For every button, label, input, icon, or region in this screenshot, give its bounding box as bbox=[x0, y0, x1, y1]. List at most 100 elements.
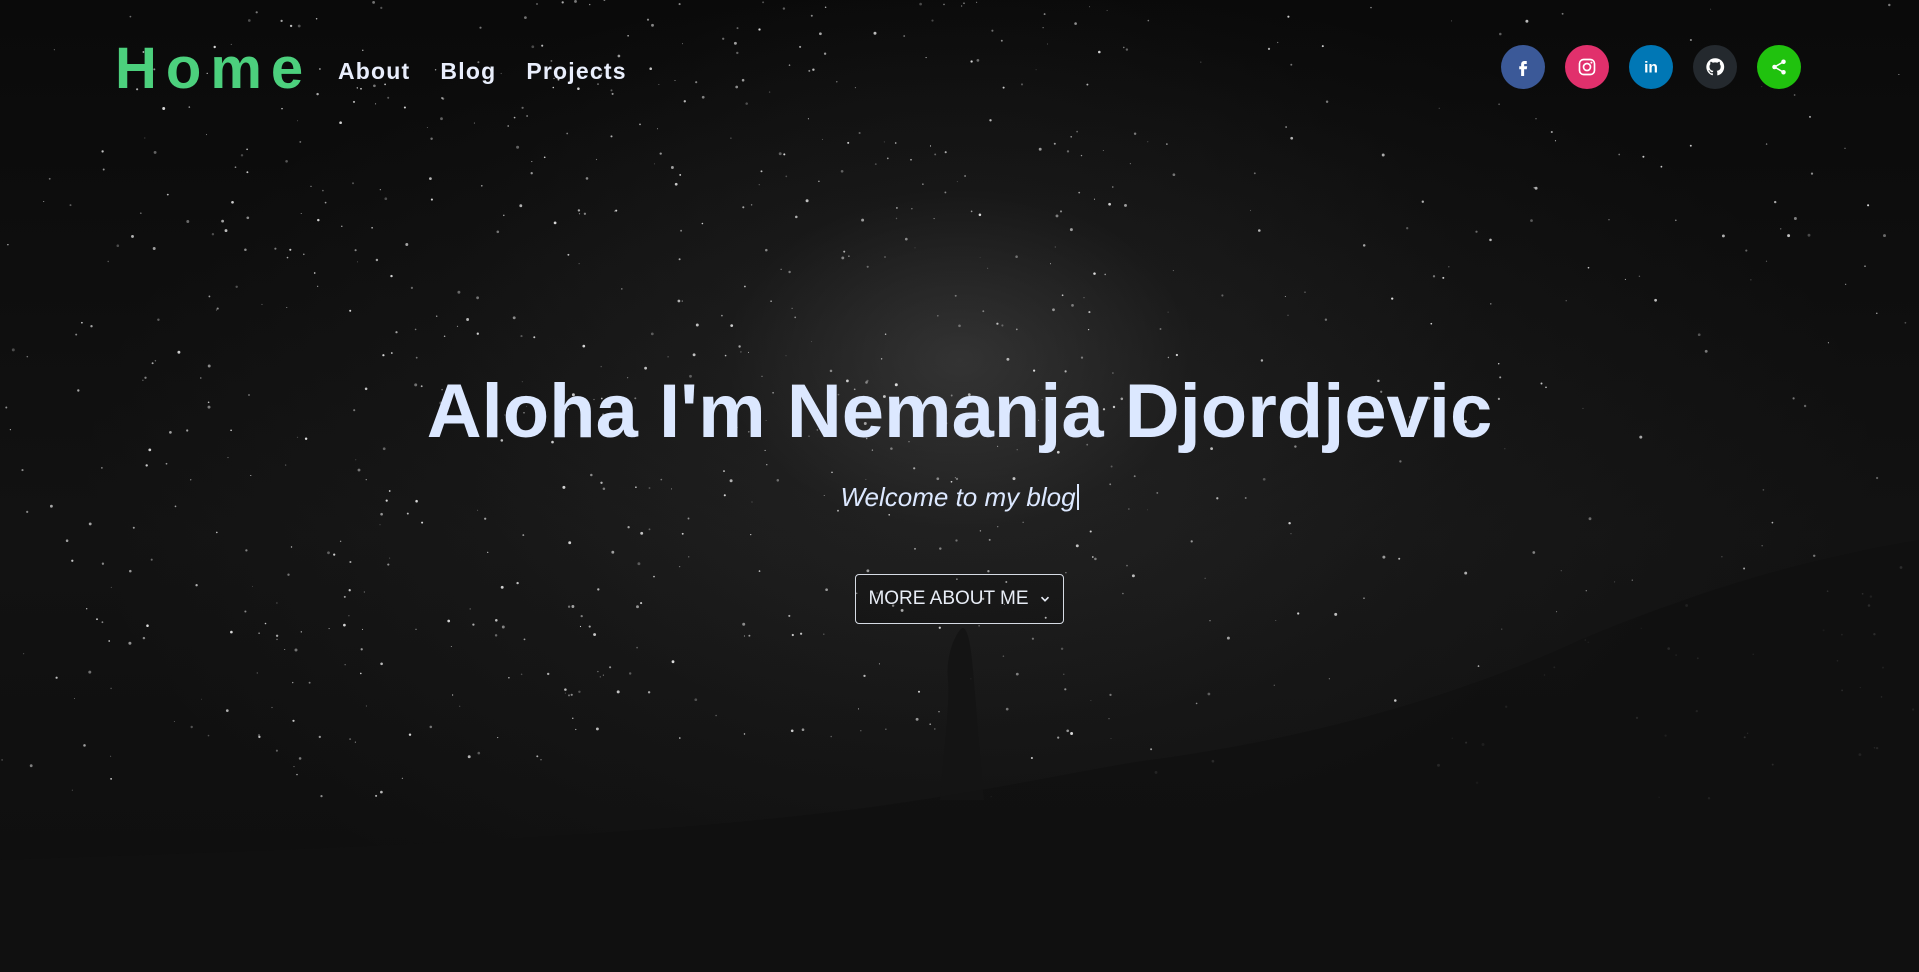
hero-title: Aloha I'm Nemanja Djordjevic bbox=[426, 369, 1493, 454]
star bbox=[602, 674, 604, 676]
star bbox=[1618, 153, 1621, 156]
star bbox=[69, 204, 72, 207]
star bbox=[1827, 342, 1829, 344]
star bbox=[81, 321, 83, 324]
star bbox=[494, 634, 498, 637]
nav-link-blog[interactable]: Blog bbox=[440, 60, 496, 83]
star bbox=[738, 345, 741, 348]
star bbox=[958, 324, 961, 328]
star bbox=[48, 177, 51, 180]
star bbox=[1080, 356, 1084, 359]
star bbox=[750, 533, 752, 536]
star bbox=[1761, 545, 1763, 547]
star bbox=[516, 581, 519, 585]
star bbox=[531, 161, 533, 163]
star bbox=[1005, 707, 1009, 711]
star bbox=[1505, 705, 1508, 708]
star bbox=[1793, 217, 1797, 220]
star bbox=[1362, 244, 1366, 247]
star bbox=[648, 528, 651, 531]
star bbox=[150, 558, 153, 561]
star bbox=[459, 705, 461, 707]
star bbox=[264, 622, 267, 625]
star bbox=[208, 295, 211, 298]
star bbox=[292, 681, 294, 684]
star bbox=[154, 360, 157, 362]
star bbox=[451, 694, 454, 696]
star bbox=[886, 157, 889, 160]
star bbox=[29, 764, 33, 768]
star bbox=[1685, 604, 1688, 607]
star bbox=[616, 690, 620, 694]
star bbox=[75, 333, 78, 336]
star bbox=[1695, 709, 1698, 713]
star bbox=[1093, 198, 1096, 200]
star bbox=[1752, 653, 1754, 655]
star bbox=[1066, 150, 1070, 153]
star bbox=[564, 692, 566, 694]
star bbox=[564, 688, 567, 691]
nav-link-about[interactable]: About bbox=[338, 60, 410, 83]
star bbox=[1448, 266, 1450, 268]
star bbox=[333, 553, 336, 556]
star bbox=[1071, 304, 1074, 307]
brand-home-link[interactable]: Home bbox=[115, 40, 312, 98]
star bbox=[256, 672, 258, 674]
facebook-button[interactable] bbox=[1501, 45, 1545, 89]
star bbox=[1437, 763, 1440, 767]
star bbox=[785, 175, 788, 178]
star bbox=[23, 653, 25, 655]
star bbox=[235, 285, 238, 289]
star bbox=[1771, 763, 1774, 766]
star bbox=[583, 212, 587, 215]
star bbox=[173, 720, 175, 723]
share-button[interactable] bbox=[1757, 45, 1801, 89]
star bbox=[1664, 734, 1667, 737]
star bbox=[1124, 203, 1127, 207]
star bbox=[289, 248, 292, 251]
star bbox=[302, 253, 305, 256]
star bbox=[131, 234, 134, 238]
star bbox=[1006, 357, 1010, 361]
star bbox=[1774, 200, 1777, 204]
star bbox=[476, 296, 480, 300]
star bbox=[354, 741, 356, 743]
instagram-icon bbox=[1578, 58, 1596, 76]
star bbox=[695, 323, 699, 327]
more-about-me-button[interactable]: MORE ABOUT ME bbox=[855, 574, 1064, 624]
star bbox=[1475, 230, 1478, 233]
star bbox=[1273, 684, 1275, 686]
star bbox=[317, 285, 319, 287]
star bbox=[1587, 266, 1590, 269]
star bbox=[349, 560, 352, 564]
star bbox=[730, 324, 734, 327]
star bbox=[1154, 770, 1158, 774]
chevron-down-icon bbox=[1040, 596, 1049, 602]
star bbox=[1147, 141, 1149, 143]
star bbox=[429, 725, 433, 729]
nav-link-projects[interactable]: Projects bbox=[526, 60, 626, 83]
star bbox=[1284, 296, 1286, 297]
star bbox=[257, 734, 261, 737]
star bbox=[1061, 294, 1064, 297]
star bbox=[1221, 294, 1224, 297]
github-button[interactable] bbox=[1693, 45, 1737, 89]
star bbox=[1159, 328, 1162, 330]
linkedin-button[interactable]: in bbox=[1629, 45, 1673, 89]
star bbox=[380, 512, 383, 516]
star bbox=[1477, 665, 1480, 667]
svg-text:in: in bbox=[1644, 60, 1658, 77]
star bbox=[1841, 689, 1843, 692]
star bbox=[261, 303, 263, 305]
star bbox=[748, 634, 751, 637]
star bbox=[1743, 736, 1746, 739]
star bbox=[575, 728, 577, 731]
star bbox=[788, 614, 791, 617]
star bbox=[1654, 298, 1657, 302]
star bbox=[588, 625, 591, 628]
star bbox=[240, 154, 244, 157]
star bbox=[472, 623, 475, 626]
star bbox=[139, 212, 142, 215]
star bbox=[344, 664, 346, 666]
instagram-button[interactable] bbox=[1565, 45, 1609, 89]
